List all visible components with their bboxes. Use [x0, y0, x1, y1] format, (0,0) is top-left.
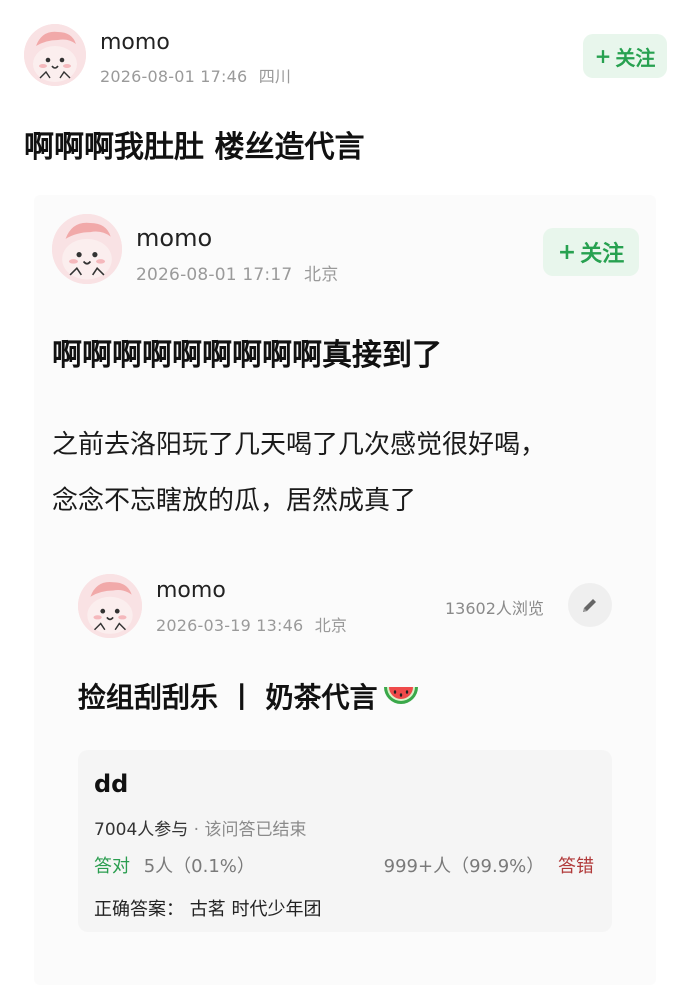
- repost-title: 啊啊啊啊啊啊啊啊啊真接到了: [52, 338, 442, 373]
- wrong-label: 答错: [558, 856, 594, 877]
- repost-meta: 2026-08-01 17:17 北京: [136, 260, 338, 285]
- repost-body-line-1: 之前去洛阳玩了几天喝了几次感觉很好喝，: [52, 430, 547, 460]
- plus-icon: +: [557, 239, 577, 265]
- answer-value: 古茗 时代少年团: [189, 899, 322, 920]
- repost-username[interactable]: momo: [136, 224, 212, 252]
- original-username[interactable]: momo: [156, 578, 226, 603]
- quiz-correct: 答对 5人（0.1%）: [94, 852, 255, 878]
- wrong-stats: 999+人（99.9%）: [383, 856, 545, 877]
- timestamp: 2026-08-01 17:46: [100, 67, 248, 86]
- answer-label: 正确答案：: [94, 899, 184, 920]
- watermelon-icon: [383, 687, 418, 704]
- location: 四川: [258, 67, 292, 86]
- correct-label: 答对: [94, 856, 130, 877]
- avatar-image: [24, 24, 86, 86]
- avatar-image: [52, 214, 122, 284]
- repost-follow-button[interactable]: + 关注: [543, 228, 639, 276]
- post-text: 啊啊啊我肚肚 楼丝造代言: [24, 130, 365, 165]
- correct-stats: 5人（0.1%）: [143, 856, 255, 877]
- timestamp: 2026-08-01 17:17: [136, 265, 293, 285]
- post-meta: 2026-08-01 17:46 四川: [100, 63, 291, 87]
- follow-label: 关注: [615, 45, 656, 70]
- quiz-wrong: 999+人（99.9%） 答错: [384, 852, 594, 878]
- quiz-summary: 7004人参与 · 该问答已结束: [94, 815, 306, 840]
- original-avatar[interactable]: [78, 574, 142, 638]
- repost-avatar[interactable]: [52, 214, 122, 284]
- timestamp: 2026-03-19 13:46: [156, 616, 304, 635]
- plus-icon: +: [594, 44, 612, 68]
- follow-label: 关注: [580, 242, 625, 267]
- quiz-status: · 该问答已结束: [193, 820, 307, 840]
- avatar-image: [78, 574, 142, 638]
- username[interactable]: momo: [100, 30, 170, 55]
- view-count: 13602人浏览: [445, 599, 544, 618]
- original-meta: 2026-03-19 13:46 北京: [156, 612, 347, 636]
- location: 北京: [304, 265, 339, 285]
- original-title-text: 捡组刮刮乐 丨 奶茶代言: [78, 681, 378, 714]
- repost-body-line-2: 念念不忘瞎放的瓜，居然成真了: [52, 486, 417, 516]
- location: 北京: [314, 616, 348, 635]
- pencil-icon: [583, 599, 596, 612]
- follow-button[interactable]: + 关注: [583, 34, 667, 78]
- original-title: 捡组刮刮乐 丨 奶茶代言: [78, 676, 420, 716]
- edit-button[interactable]: [568, 583, 612, 627]
- quiz-question: dd: [94, 770, 129, 798]
- participant-count: 7004人参与: [94, 820, 189, 840]
- avatar[interactable]: [24, 24, 86, 86]
- quiz-answer: 正确答案： 古茗 时代少年团: [94, 895, 321, 921]
